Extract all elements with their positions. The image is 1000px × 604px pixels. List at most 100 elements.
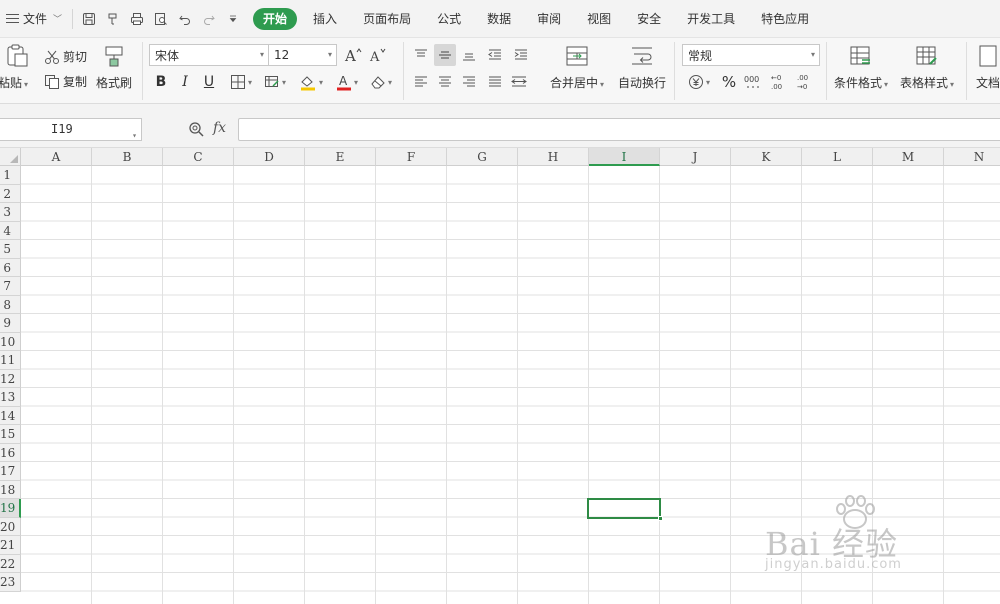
tab-insert[interactable]: 插入 [300, 8, 350, 30]
row-header-3[interactable]: 3 [0, 203, 21, 222]
save-icon[interactable] [77, 7, 101, 31]
clear-button[interactable]: ▾ [366, 71, 396, 93]
selected-cell[interactable] [587, 498, 663, 521]
row-header-4[interactable]: 4 [0, 221, 21, 240]
align-top-button[interactable] [410, 44, 432, 66]
row-header-19[interactable]: 19 [0, 499, 21, 518]
column-header-b[interactable]: B [92, 148, 163, 166]
row-header-8[interactable]: 8 [0, 295, 21, 314]
tab-review[interactable]: 审阅 [524, 8, 574, 30]
column-header-f[interactable]: F [376, 148, 447, 166]
format-painter-icon[interactable] [101, 7, 125, 31]
table-style-icon [916, 46, 937, 65]
tab-security[interactable]: 安全 [624, 8, 674, 30]
document-helper-button[interactable]: 文档 [976, 44, 1000, 91]
conditional-format-button[interactable]: 条件格式 ▾ [834, 44, 888, 91]
table-style-button[interactable]: 表格样式 ▾ [900, 44, 954, 91]
decrease-font-size-button[interactable]: A [367, 44, 389, 66]
increase-font-size-button[interactable]: A [342, 44, 364, 66]
select-all-button[interactable] [0, 148, 21, 166]
column-header-a[interactable]: A [21, 148, 92, 166]
function-icon[interactable]: fx [213, 120, 226, 136]
wrap-text-button[interactable]: 自动换行 [618, 44, 666, 91]
row-header-7[interactable]: 7 [0, 277, 21, 296]
distributed-align-button[interactable] [508, 71, 530, 93]
tab-home[interactable]: 开始 [253, 7, 298, 30]
align-bottom-button[interactable] [458, 44, 480, 66]
row-header-22[interactable]: 22 [0, 554, 21, 573]
justify-button[interactable] [484, 71, 506, 93]
row-header-21[interactable]: 21 [0, 536, 21, 555]
tab-data[interactable]: 数据 [474, 8, 524, 30]
row-header-23[interactable]: 23 [0, 573, 21, 592]
customize-icon[interactable] [221, 7, 245, 31]
file-menu-button[interactable]: 文件 ﹀ [0, 0, 68, 38]
column-header-h[interactable]: H [518, 148, 589, 166]
column-header-n[interactable]: N [944, 148, 1000, 166]
print-icon[interactable] [125, 7, 149, 31]
bold-button[interactable]: B [150, 71, 172, 93]
tab-developer[interactable]: 开发工具 [674, 8, 748, 30]
currency-button[interactable]: ▾ [684, 71, 714, 93]
tab-page-layout[interactable]: 页面布局 [350, 8, 424, 30]
row-header-18[interactable]: 18 [0, 480, 21, 499]
row-header-11[interactable]: 11 [0, 351, 21, 370]
undo-icon[interactable] [173, 7, 197, 31]
row-header-10[interactable]: 10 [0, 332, 21, 351]
cell-format-button[interactable]: ▾ [260, 71, 290, 93]
row-header-16[interactable]: 16 [0, 443, 21, 462]
zoom-search-icon[interactable] [188, 121, 204, 140]
row-header-2[interactable]: 2 [0, 184, 21, 203]
fill-handle[interactable] [658, 515, 663, 521]
fill-color-button[interactable]: ▾ [296, 71, 326, 93]
percent-button[interactable]: % [718, 71, 740, 93]
font-color-button[interactable]: A ▾ [332, 71, 362, 93]
column-header-d[interactable]: D [234, 148, 305, 166]
column-header-c[interactable]: C [163, 148, 234, 166]
decrease-decimal-button[interactable]: .00 →0 [794, 71, 816, 93]
row-header-1[interactable]: 1 [0, 166, 21, 185]
formula-input[interactable] [238, 118, 1000, 141]
row-header-17[interactable]: 17 [0, 462, 21, 481]
column-header-g[interactable]: G [447, 148, 518, 166]
thousands-separator-button[interactable]: 000 [742, 71, 764, 93]
align-left-button[interactable] [410, 71, 432, 93]
row-header-14[interactable]: 14 [0, 406, 21, 425]
row-header-13[interactable]: 13 [0, 388, 21, 407]
align-center-button[interactable] [434, 71, 456, 93]
column-header-j[interactable]: J [660, 148, 731, 166]
decrease-indent-button[interactable] [484, 44, 506, 66]
column-header-e[interactable]: E [305, 148, 376, 166]
italic-button[interactable]: I [174, 71, 196, 93]
column-header-k[interactable]: K [731, 148, 802, 166]
font-name-select[interactable]: 宋体 ▾ [149, 44, 269, 66]
paste-button[interactable]: 粘贴 ▾ [0, 44, 30, 91]
number-format-select[interactable]: 常规 ▾ [682, 44, 820, 66]
row-header-6[interactable]: 6 [0, 258, 21, 277]
align-middle-button[interactable] [434, 44, 456, 66]
redo-icon[interactable] [197, 7, 221, 31]
borders-button[interactable]: ▾ [226, 71, 256, 93]
copy-button[interactable]: 复制 [44, 73, 87, 90]
print-preview-icon[interactable] [149, 7, 173, 31]
column-header-m[interactable]: M [873, 148, 944, 166]
row-header-9[interactable]: 9 [0, 314, 21, 333]
row-header-12[interactable]: 12 [0, 369, 21, 388]
tab-special-apps[interactable]: 特色应用 [748, 8, 822, 30]
increase-decimal-button[interactable]: ←0.00 [768, 71, 790, 93]
tab-view[interactable]: 视图 [574, 8, 624, 30]
column-header-i[interactable]: I [589, 148, 660, 166]
row-header-20[interactable]: 20 [0, 517, 21, 536]
tab-formulas[interactable]: 公式 [424, 8, 474, 30]
font-size-select[interactable]: 12 ▾ [268, 44, 337, 66]
align-right-button[interactable] [458, 71, 480, 93]
format-painter-button[interactable]: 格式刷 [96, 44, 132, 91]
row-header-5[interactable]: 5 [0, 240, 21, 259]
cut-button[interactable]: 剪切 [44, 48, 87, 65]
increase-indent-button[interactable] [510, 44, 532, 66]
column-header-l[interactable]: L [802, 148, 873, 166]
merge-center-button[interactable]: 合并居中 ▾ [550, 44, 604, 91]
row-header-15[interactable]: 15 [0, 425, 21, 444]
underline-button[interactable]: U [198, 71, 220, 93]
name-box[interactable]: I19 ▾ [0, 118, 142, 141]
